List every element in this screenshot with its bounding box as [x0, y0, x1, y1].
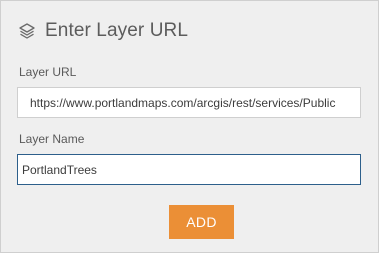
layer-name-label: Layer Name: [19, 132, 85, 146]
add-button[interactable]: ADD: [169, 205, 234, 239]
layer-url-input[interactable]: [17, 87, 361, 118]
panel-header: Enter Layer URL: [18, 18, 188, 44]
layer-url-label: Layer URL: [19, 65, 77, 79]
panel-title: Enter Layer URL: [45, 20, 189, 41]
enter-layer-url-panel: Enter Layer URL Layer URL Layer Name ADD: [0, 0, 379, 253]
layer-name-input[interactable]: [17, 154, 361, 185]
layers-icon: [18, 22, 36, 40]
